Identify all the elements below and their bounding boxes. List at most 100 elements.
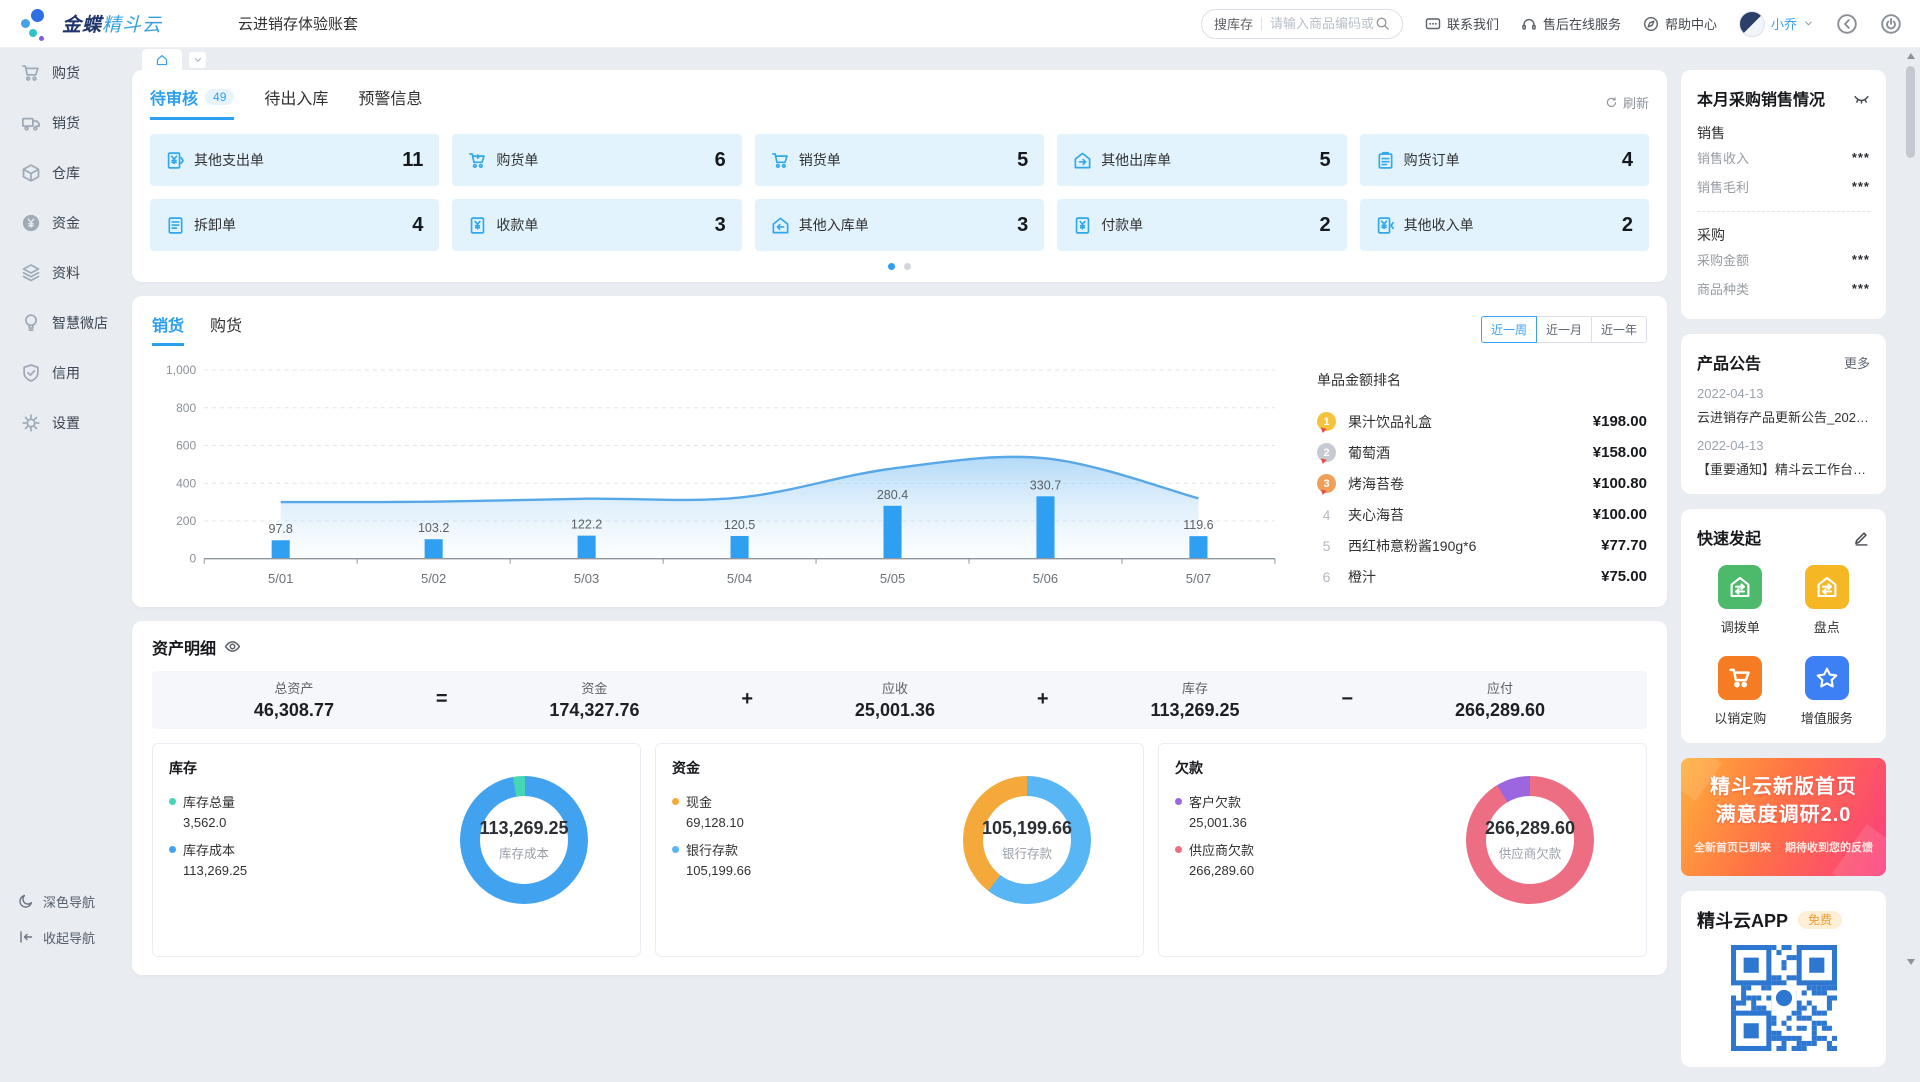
pending-card-other-inbound[interactable]: 其他入库单3	[755, 199, 1044, 251]
announcement-item[interactable]: 2022-04-13【重要通知】精斗云工作台域...	[1697, 438, 1870, 478]
logout-button[interactable]	[1880, 13, 1902, 35]
ranking-row[interactable]: 4夹心海苔¥100.00	[1317, 499, 1647, 530]
sidebar-item-credit[interactable]: 信用	[0, 348, 120, 398]
eye-closed-icon[interactable]	[1853, 90, 1870, 107]
range-button-1[interactable]: 近一月	[1536, 316, 1592, 343]
pending-card-count: 4	[412, 214, 423, 237]
pending-card-other-outbound[interactable]: 其他出库单5	[1057, 134, 1346, 186]
search-input[interactable]	[1270, 16, 1375, 31]
range-button-0[interactable]: 近一周	[1481, 316, 1537, 343]
pending-card-receipt[interactable]: 收款单3	[452, 199, 741, 251]
sidebar-item-settings[interactable]: 设置	[0, 398, 120, 448]
pending-card-payment[interactable]: 付款单2	[1057, 199, 1346, 251]
sidebar-item-purchase[interactable]: 购货	[0, 48, 120, 98]
navlink-label[interactable]: 售后在线服务	[1543, 14, 1621, 33]
pencil-icon[interactable]	[1853, 529, 1870, 546]
scrollbar-down-button[interactable]	[1904, 955, 1917, 969]
inventory-search[interactable]: 搜库存	[1201, 9, 1403, 39]
sidebar-item-funds[interactable]: 资金	[0, 198, 120, 248]
search-scope-label[interactable]: 搜库存	[1214, 14, 1253, 33]
ranking-row[interactable]: 2葡萄酒¥158.00	[1317, 437, 1647, 468]
pending-card-purchase-order[interactable]: 购货单6	[452, 134, 741, 186]
rank-number: 4	[1317, 507, 1336, 523]
pending-card-count: 2	[1622, 214, 1633, 237]
navlink-contact[interactable]: 联系我们	[1425, 14, 1499, 33]
quick-action-transfer[interactable]: 调拨单	[1718, 565, 1762, 636]
sidebar-item-microstore[interactable]: 智慧微店	[0, 298, 120, 348]
quick-action-stocktake[interactable]: 盘点	[1805, 565, 1849, 636]
trend-tab-1[interactable]: 购货	[210, 312, 242, 346]
pending-tab-2[interactable]: 预警信息	[358, 85, 422, 120]
carousel-dot-1[interactable]	[888, 263, 895, 270]
quick-action-sell-to-buy[interactable]: 以销定购	[1714, 656, 1766, 727]
navlink-label[interactable]: 帮助中心	[1665, 14, 1717, 33]
navlink-after-sales[interactable]: 售后在线服务	[1521, 14, 1621, 33]
carousel-dot-2[interactable]	[904, 263, 911, 270]
ranking-row[interactable]: 6橙汁¥75.00	[1317, 561, 1647, 592]
cart-plus-icon	[468, 151, 487, 170]
announcement-text[interactable]: 【重要通知】精斗云工作台域...	[1697, 459, 1870, 478]
announcement-text[interactable]: 云进销存产品更新公告_20220...	[1697, 407, 1870, 426]
app-free-badge: 免费	[1798, 911, 1842, 929]
user-menu[interactable]: 小乔	[1739, 11, 1814, 37]
avatar[interactable]	[1739, 11, 1765, 37]
quick-action-value-added[interactable]: 增值服务	[1801, 656, 1853, 727]
sidebar-item-warehouse[interactable]: 仓库	[0, 148, 120, 198]
home-tab[interactable]	[142, 49, 182, 70]
tab-dropdown-button[interactable]	[189, 52, 206, 68]
sidebar-toggle-label: 收起导航	[43, 928, 95, 947]
page-scrollbar[interactable]	[1904, 48, 1917, 969]
search-icon[interactable]	[1375, 16, 1390, 31]
ranking-product-name: 烤海苔卷	[1348, 474, 1593, 494]
summary-operator: =	[436, 688, 448, 711]
pending-card-count: 2	[1319, 214, 1330, 237]
svg-text:600: 600	[176, 439, 196, 453]
ranking-row[interactable]: 5西红柿意粉酱190g*6¥77.70	[1317, 530, 1647, 561]
pending-tab-0[interactable]: 待审核49	[150, 85, 234, 120]
sidebar-item-sales[interactable]: 销货	[0, 98, 120, 148]
truck-icon	[21, 113, 41, 133]
trend-chart[interactable]: 02004006008001,00097.8103.2122.2120.5280…	[152, 356, 1291, 599]
eye-icon[interactable]	[224, 638, 241, 655]
range-button-2[interactable]: 近一年	[1591, 316, 1647, 343]
pending-card-purchase-po[interactable]: 购货订单4	[1360, 134, 1649, 186]
ranking-amount: ¥198.00	[1593, 413, 1647, 430]
svg-text:103.2: 103.2	[418, 521, 449, 535]
pending-card-other-expense[interactable]: 其他支出单11	[150, 134, 439, 186]
brand-logo: 金蝶精斗云	[18, 7, 196, 41]
quick-action-label: 以销定购	[1714, 708, 1766, 727]
scrollbar-thumb[interactable]	[1906, 66, 1915, 158]
navlink-help-center[interactable]: 帮助中心	[1643, 14, 1717, 33]
user-name[interactable]: 小乔	[1771, 14, 1797, 33]
month-row-value: ***	[1852, 281, 1870, 296]
refresh-button[interactable]: 刷新	[1605, 93, 1649, 112]
svg-text:122.2: 122.2	[571, 518, 602, 532]
summary-value: 25,001.36	[855, 700, 935, 721]
ranking-row[interactable]: 1果汁饮品礼盒¥198.00	[1317, 406, 1647, 437]
month-row: 商品种类***	[1697, 274, 1870, 303]
svg-text:0: 0	[189, 552, 196, 566]
top-navbar: 金蝶精斗云 云进销存体验账套 搜库存 联系我们售后在线服务帮助中心 小乔	[0, 0, 1920, 48]
back-button[interactable]	[1836, 13, 1858, 35]
sidebar-toggle-dark-nav[interactable]: 深色导航	[0, 883, 120, 919]
legend-label: 供应商欠款	[1189, 840, 1254, 859]
pending-tab-1[interactable]: 待出入库	[264, 85, 328, 120]
donut-center-label: 供应商欠款	[1499, 843, 1562, 862]
doc-yen-icon	[468, 216, 487, 235]
cube-icon	[21, 163, 41, 183]
month-row: 采购金额***	[1697, 245, 1870, 274]
caret-down-icon	[193, 55, 203, 65]
ranking-row[interactable]: 3烤海苔卷¥100.80	[1317, 468, 1647, 499]
pending-card-count: 4	[1622, 149, 1633, 172]
trend-tab-0[interactable]: 销货	[152, 312, 184, 346]
announcement-item[interactable]: 2022-04-13云进销存产品更新公告_20220...	[1697, 386, 1870, 426]
announcements-more-link[interactable]: 更多	[1844, 353, 1870, 372]
navlink-label[interactable]: 联系我们	[1447, 14, 1499, 33]
pending-card-sales-order[interactable]: 销货单5	[755, 134, 1044, 186]
sidebar-toggle-collapse-nav[interactable]: 收起导航	[0, 919, 120, 955]
survey-banner[interactable]: 精斗云新版首页 满意度调研2.0 全新首页已到来期待收到您的反馈	[1681, 758, 1886, 876]
pending-card-disassembly[interactable]: 拆卸单4	[150, 199, 439, 251]
pending-card-other-income[interactable]: 其他收入单2	[1360, 199, 1649, 251]
scrollbar-up-button[interactable]	[1904, 48, 1917, 62]
sidebar-item-data[interactable]: 资料	[0, 248, 120, 298]
